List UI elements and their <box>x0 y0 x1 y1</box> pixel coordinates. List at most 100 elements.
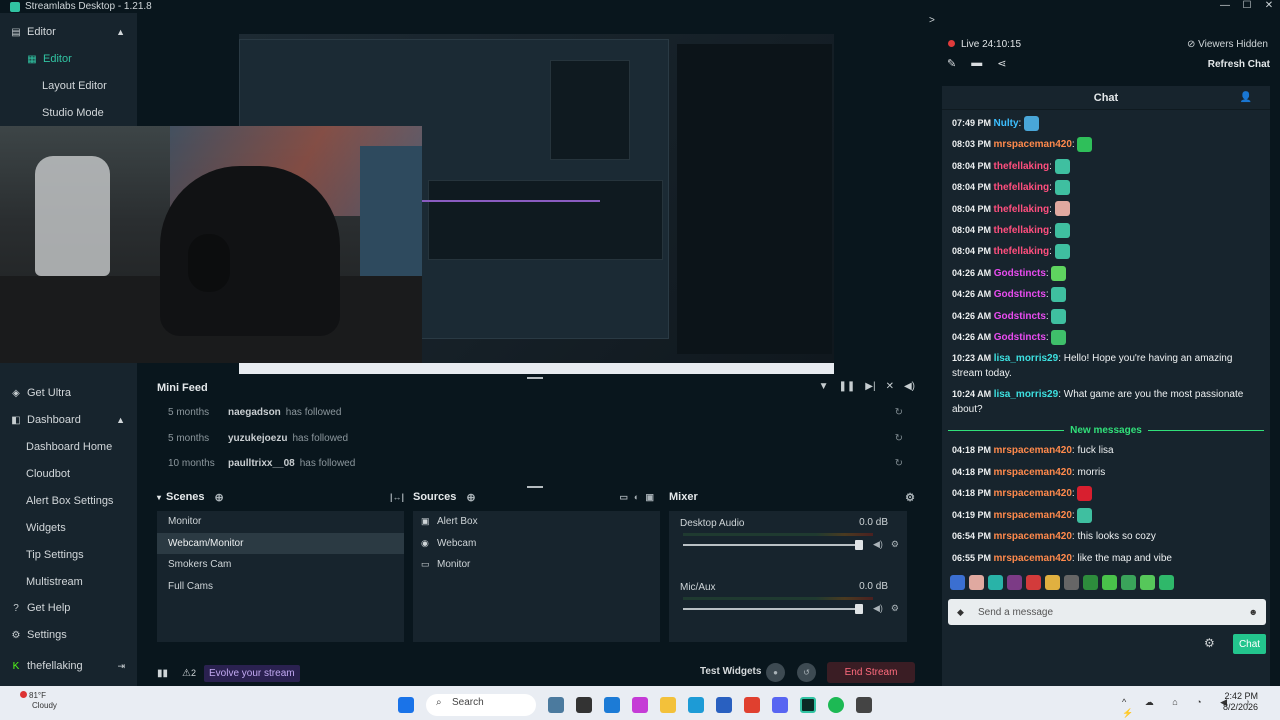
discord-icon[interactable] <box>772 697 788 713</box>
outlook-icon[interactable] <box>604 697 620 713</box>
emote[interactable] <box>988 575 1003 590</box>
sidebar-item-cloudbot[interactable]: Cloudbot <box>0 461 137 487</box>
evolve-stream-button[interactable]: Evolve your stream <box>204 664 300 682</box>
viewers-hidden-toggle[interactable]: ⊘ Viewers Hidden <box>1187 39 1268 50</box>
taskbar-search[interactable]: ⌕ Search <box>426 694 536 716</box>
windows-start-icon[interactable] <box>398 697 414 713</box>
add-scene-icon[interactable]: ⊕ <box>215 491 224 504</box>
mute-alerts-icon[interactable]: ✕ <box>886 381 894 392</box>
emote[interactable] <box>1026 575 1041 590</box>
gear-icon[interactable]: ⚙ <box>891 539 899 550</box>
widgets-icon[interactable] <box>548 697 564 713</box>
collapse-chevron-icon[interactable]: > <box>929 15 935 26</box>
close-button[interactable]: ✕ <box>1258 0 1280 11</box>
emoji-icon[interactable]: ☻ <box>1249 607 1258 617</box>
replay-icon[interactable]: ↻ <box>895 433 903 444</box>
emote[interactable] <box>1140 575 1155 590</box>
scene-item-selected[interactable]: Webcam/Monitor <box>157 532 404 554</box>
emote[interactable] <box>1083 575 1098 590</box>
stream-preview[interactable] <box>0 21 923 374</box>
add-source-icon[interactable]: ⊕ <box>466 491 475 504</box>
sidebar-item-get-ultra[interactable]: ◈ Get Ultra <box>0 380 137 406</box>
sidebar-item-dashboard-home[interactable]: Dashboard Home <box>0 434 137 460</box>
edge-icon[interactable] <box>688 697 704 713</box>
chat-username[interactable]: thefellaking <box>994 225 1050 236</box>
chat-username[interactable]: thefellaking <box>994 204 1050 215</box>
chat-username[interactable]: mrspaceman420 <box>994 553 1072 564</box>
minimize-button[interactable]: — <box>1214 0 1236 11</box>
weather-widget[interactable]: 81°F Cloudy <box>20 691 57 711</box>
volume-icon[interactable]: ◀) <box>904 381 915 392</box>
inbox-icon[interactable]: ▬ <box>971 57 982 70</box>
chat-username[interactable]: thefellaking <box>994 182 1050 193</box>
chat-username[interactable]: mrspaceman420 <box>994 445 1072 456</box>
logout-icon[interactable]: ⇥ <box>117 661 125 672</box>
maximize-button[interactable]: ☐ <box>1236 0 1258 11</box>
source-item[interactable]: ◉ Webcam <box>413 533 660 555</box>
sidebar-group-editor[interactable]: ▤ Editor ▲ <box>0 19 137 45</box>
chat-username[interactable]: mrspaceman420 <box>994 488 1072 499</box>
scene-item[interactable]: Smokers Cam <box>157 554 404 576</box>
test-widgets-label[interactable]: Test Widgets <box>700 666 761 677</box>
emote[interactable] <box>1064 575 1079 590</box>
chat-username[interactable]: thefellaking <box>994 161 1050 172</box>
sidebar-item-multistream[interactable]: Multistream <box>0 569 137 595</box>
sidebar-item-tip-settings[interactable]: Tip Settings <box>0 542 137 568</box>
volume-slider[interactable] <box>683 608 858 610</box>
sidebar-item-widgets[interactable]: Widgets <box>0 515 137 541</box>
refresh-chat-button[interactable]: Refresh Chat <box>1208 59 1270 70</box>
emote[interactable] <box>1102 575 1117 590</box>
scene-transition-icon[interactable]: |↔| <box>390 492 404 502</box>
gear-icon[interactable]: ⚙ <box>1204 636 1215 650</box>
sidebar-item-settings[interactable]: ⚙ Settings <box>0 622 137 648</box>
task-view-icon[interactable] <box>576 697 592 713</box>
emote[interactable] <box>1159 575 1174 590</box>
chat-username[interactable]: Godstincts <box>994 268 1046 279</box>
replay-buffer-icon[interactable]: ↺ <box>797 663 816 682</box>
store-icon[interactable] <box>716 697 732 713</box>
source-tools-icon[interactable]: ▭◐▣ <box>620 492 660 503</box>
share-icon[interactable]: ⋖ <box>997 57 1006 70</box>
speaker-icon[interactable]: ◀) <box>873 603 883 614</box>
volume-slider[interactable] <box>683 544 858 546</box>
file-explorer-icon[interactable] <box>660 697 676 713</box>
chat-username[interactable]: mrspaceman420 <box>994 510 1072 521</box>
sidebar-item-editor[interactable]: ▦ Editor <box>0 46 137 72</box>
streamlabs-icon[interactable] <box>800 697 816 713</box>
chat-username[interactable]: mrspaceman420 <box>994 139 1072 150</box>
emote[interactable] <box>950 575 965 590</box>
skip-icon[interactable]: ▶| <box>865 381 875 392</box>
source-item[interactable]: ▣ Alert Box <box>413 511 660 533</box>
sidebar-item-alert-box-settings[interactable]: Alert Box Settings <box>0 488 137 514</box>
chat-username[interactable]: Godstincts <box>994 332 1046 343</box>
chat-username[interactable]: Nulty <box>994 118 1019 129</box>
sidebar-item-studio-mode[interactable]: Studio Mode <box>0 100 137 126</box>
emote[interactable] <box>1045 575 1060 590</box>
source-item[interactable]: ▭ Monitor <box>413 554 660 576</box>
app-icon[interactable] <box>856 697 872 713</box>
end-stream-button[interactable]: End Stream <box>827 662 915 683</box>
chat-username[interactable]: Godstincts <box>994 289 1046 300</box>
emote[interactable] <box>1007 575 1022 590</box>
chat-username[interactable]: mrspaceman420 <box>994 467 1072 478</box>
sidebar-item-get-help[interactable]: ? Get Help <box>0 595 137 621</box>
record-button[interactable]: ● <box>766 663 785 682</box>
volume-slider-knob[interactable] <box>855 540 863 550</box>
chat-username[interactable]: lisa_morris29 <box>994 353 1059 364</box>
volume-slider-knob[interactable] <box>855 604 863 614</box>
send-chat-button[interactable]: Chat <box>1233 634 1266 654</box>
edit-icon[interactable]: ✎ <box>947 57 956 70</box>
user-list-icon[interactable]: 👤 <box>1240 92 1252 103</box>
spotify-icon[interactable] <box>828 697 844 713</box>
emote[interactable] <box>969 575 984 590</box>
emote[interactable] <box>1121 575 1136 590</box>
scene-item[interactable]: Monitor <box>157 511 404 533</box>
sidebar-user[interactable]: K thefellaking ⇥ <box>0 653 137 679</box>
replay-icon[interactable]: ↻ <box>895 458 903 469</box>
scene-item[interactable]: Full Cams <box>157 576 404 598</box>
stats-icon[interactable]: ▮▮ <box>157 668 168 679</box>
replay-icon[interactable]: ↻ <box>895 407 903 418</box>
chat-username[interactable]: Godstincts <box>994 311 1046 322</box>
chat-input[interactable]: ◆ Send a message ☻ <box>948 599 1266 625</box>
taskbar-clock[interactable]: 2:42 PM 8/2/2026 <box>1223 691 1258 713</box>
